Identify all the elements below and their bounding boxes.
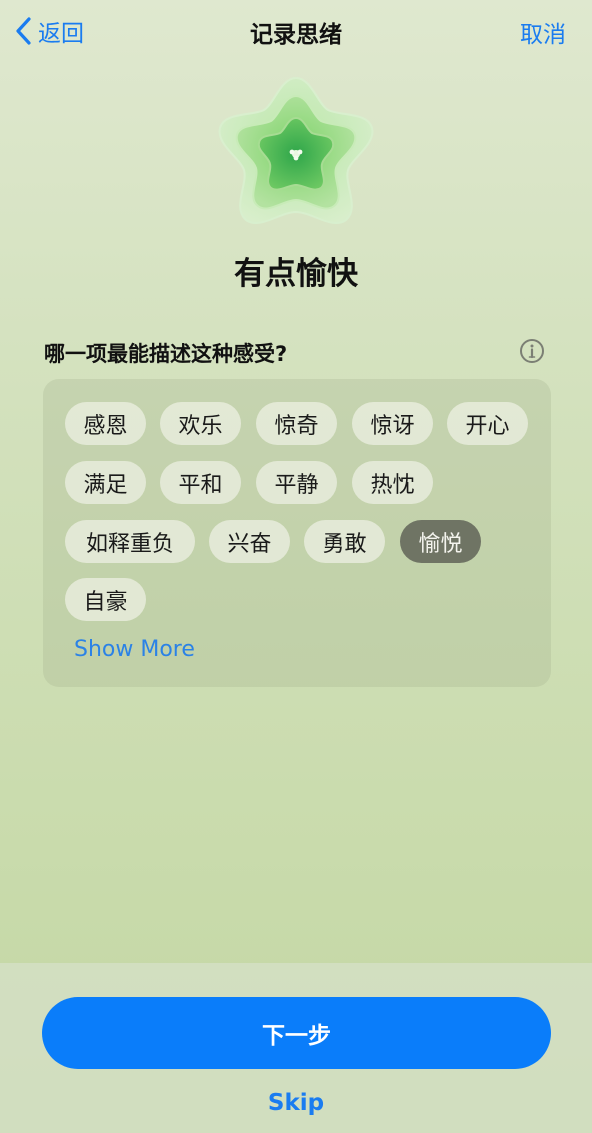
chip-label: 惊讶 [370, 413, 415, 439]
chip-label: 平静 [274, 472, 319, 498]
emotion-chip[interactable]: 自豪 [65, 578, 146, 621]
mood-flower-icon [218, 76, 374, 224]
show-more-link[interactable]: Show More [74, 637, 195, 662]
next-button[interactable]: 下一步 [42, 997, 551, 1069]
emotion-chip[interactable]: 勇敢 [304, 520, 385, 563]
chip-label: 满足 [83, 472, 128, 498]
chip-label: 感恩 [83, 413, 128, 439]
emotion-chip[interactable]: 如释重负 [65, 520, 195, 563]
info-icon[interactable] [519, 338, 545, 364]
chip-label: 欢乐 [178, 413, 223, 439]
chip-label: 惊奇 [274, 413, 319, 439]
chip-label: 热忱 [370, 472, 415, 498]
emotion-chip[interactable]: 热忱 [352, 461, 433, 504]
emotion-chip[interactable]: 惊讶 [352, 402, 433, 445]
emotion-panel: 感恩 欢乐 惊奇 惊讶 开心 满足 平和 平静 热忱 如释重负 兴奋 勇敢 愉悦… [43, 379, 551, 687]
emotion-chip[interactable]: 惊奇 [256, 402, 337, 445]
chip-label: 兴奋 [227, 531, 272, 557]
emotion-chip[interactable]: 感恩 [65, 402, 146, 445]
chip-label: 如释重负 [85, 531, 174, 557]
chip-label: 开心 [465, 413, 510, 439]
emotion-chip[interactable]: 平静 [256, 461, 337, 504]
emotion-chip[interactable]: 愉悦 [400, 520, 481, 563]
cancel-button[interactable]: 取消 [520, 15, 566, 49]
nav-bar: 返回 记录思绪 取消 [0, 0, 592, 62]
skip-button[interactable]: Skip [0, 1090, 592, 1116]
chip-label: 自豪 [83, 589, 128, 615]
chip-label: 愉悦 [418, 531, 463, 557]
chip-label: 平和 [178, 472, 223, 498]
emotion-chip[interactable]: 兴奋 [209, 520, 290, 563]
emotion-chip[interactable]: 平和 [160, 461, 241, 504]
chip-label: 勇敢 [322, 531, 367, 557]
emotion-chip[interactable]: 开心 [447, 402, 528, 445]
question-label: 哪一项最能描述这种感受? [44, 342, 288, 366]
mood-title: 有点愉快 [234, 256, 358, 292]
emotion-chip[interactable]: 满足 [65, 461, 146, 504]
page-title: 记录思绪 [250, 22, 342, 48]
emotion-chip[interactable]: 欢乐 [160, 402, 241, 445]
